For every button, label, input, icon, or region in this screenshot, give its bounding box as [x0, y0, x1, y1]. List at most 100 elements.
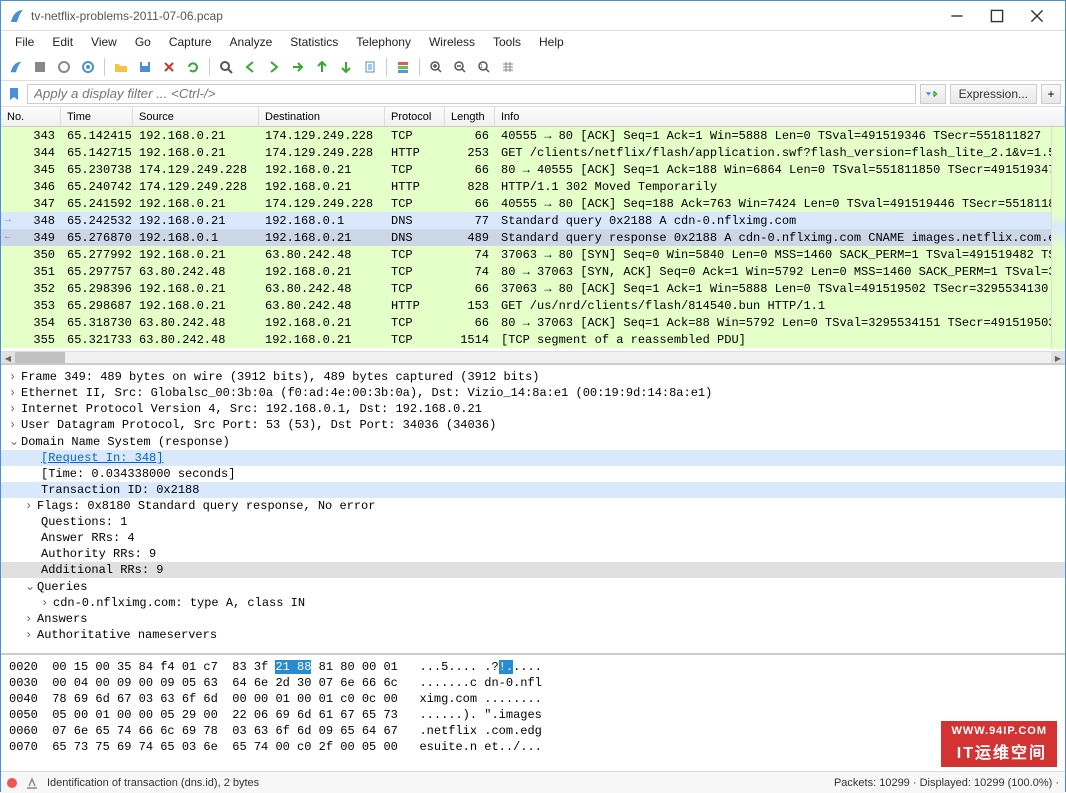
bookmark-icon[interactable]: [5, 85, 23, 103]
column-info[interactable]: Info: [495, 107, 1065, 126]
menubar: File Edit View Go Capture Analyze Statis…: [1, 31, 1065, 53]
display-filter-input[interactable]: [27, 84, 916, 104]
detail-line[interactable]: Frame 349: 489 bytes on wire (3912 bits)…: [1, 369, 1065, 385]
packet-row[interactable]: 34665.240742174.129.249.228192.168.0.21H…: [1, 178, 1065, 195]
zoom-in-icon[interactable]: [425, 56, 447, 78]
go-first-icon[interactable]: [311, 56, 333, 78]
detail-line[interactable]: [Time: 0.034338000 seconds]: [1, 466, 1065, 482]
packet-row[interactable]: 35265.298396192.168.0.2163.80.242.48TCP6…: [1, 280, 1065, 297]
detail-line[interactable]: Answer RRs: 4: [1, 530, 1065, 546]
packet-row[interactable]: 34765.241592192.168.0.21174.129.249.228T…: [1, 195, 1065, 212]
detail-line[interactable]: Flags: 0x8180 Standard query response, N…: [1, 498, 1065, 514]
auto-scroll-icon[interactable]: [359, 56, 381, 78]
close-button[interactable]: [1017, 1, 1057, 31]
menu-view[interactable]: View: [83, 33, 125, 51]
packet-row[interactable]: 35565.32173363.80.242.48192.168.0.21TCP1…: [1, 331, 1065, 348]
go-back-icon[interactable]: [239, 56, 261, 78]
detail-line[interactable]: Queries: [1, 578, 1065, 595]
watermark: WWW.94IP.COM IT运维空间: [941, 721, 1057, 767]
save-file-icon[interactable]: [134, 56, 156, 78]
start-capture-icon[interactable]: [5, 56, 27, 78]
open-file-icon[interactable]: [110, 56, 132, 78]
filter-bar: Expression... +: [1, 81, 1065, 107]
status-packet-count: Packets: 10299 · Displayed: 10299 (100.0…: [834, 777, 1059, 789]
capture-options-icon[interactable]: [77, 56, 99, 78]
window-title: tv-netflix-problems-2011-07-06.pcap: [31, 9, 937, 23]
detail-line[interactable]: Authority RRs: 9: [1, 546, 1065, 562]
detail-line[interactable]: [Request In: 348]: [1, 450, 1065, 466]
packet-row[interactable]: ←34965.276870192.168.0.1192.168.0.21DNS4…: [1, 229, 1065, 246]
menu-go[interactable]: Go: [127, 33, 159, 51]
hex-line[interactable]: 0070 65 73 75 69 74 65 03 6e 65 74 00 c0…: [9, 739, 1057, 755]
menu-capture[interactable]: Capture: [161, 33, 220, 51]
close-file-icon[interactable]: [158, 56, 180, 78]
go-last-icon[interactable]: [335, 56, 357, 78]
detail-line[interactable]: Authoritative nameservers: [1, 627, 1065, 643]
column-destination[interactable]: Destination: [259, 107, 385, 126]
reload-icon[interactable]: [182, 56, 204, 78]
packet-list-body[interactable]: 34365.142415192.168.0.21174.129.249.228T…: [1, 127, 1065, 351]
packet-row[interactable]: →34865.242532192.168.0.21192.168.0.1DNS7…: [1, 212, 1065, 229]
packet-overview-scrollbar[interactable]: [1051, 127, 1065, 349]
titlebar: tv-netflix-problems-2011-07-06.pcap: [1, 1, 1065, 31]
stop-capture-icon[interactable]: [29, 56, 51, 78]
restart-capture-icon[interactable]: [53, 56, 75, 78]
status-bar: Identification of transaction (dns.id), …: [1, 771, 1065, 793]
packet-row[interactable]: 34465.142715192.168.0.21174.129.249.228H…: [1, 144, 1065, 161]
expert-info-icon[interactable]: [25, 776, 39, 790]
packet-row[interactable]: 35465.31873063.80.242.48192.168.0.21TCP6…: [1, 314, 1065, 331]
detail-line[interactable]: User Datagram Protocol, Src Port: 53 (53…: [1, 417, 1065, 433]
hex-line[interactable]: 0020 00 15 00 35 84 f4 01 c7 83 3f 21 88…: [9, 659, 1057, 675]
packet-row[interactable]: 35065.277992192.168.0.2163.80.242.48TCP7…: [1, 246, 1065, 263]
packet-row[interactable]: 34565.230738174.129.249.228192.168.0.21T…: [1, 161, 1065, 178]
detail-line[interactable]: Ethernet II, Src: Globalsc_00:3b:0a (f0:…: [1, 385, 1065, 401]
detail-line[interactable]: Transaction ID: 0x2188: [1, 482, 1065, 498]
menu-statistics[interactable]: Statistics: [282, 33, 346, 51]
maximize-button[interactable]: [977, 1, 1017, 31]
column-protocol[interactable]: Protocol: [385, 107, 445, 126]
column-no[interactable]: No.: [1, 107, 61, 126]
menu-telephony[interactable]: Telephony: [348, 33, 419, 51]
go-forward-icon[interactable]: [263, 56, 285, 78]
find-icon[interactable]: [215, 56, 237, 78]
detail-line[interactable]: Questions: 1: [1, 514, 1065, 530]
go-to-packet-icon[interactable]: [287, 56, 309, 78]
minimize-button[interactable]: [937, 1, 977, 31]
menu-wireless[interactable]: Wireless: [421, 33, 483, 51]
packet-row[interactable]: 35365.298687192.168.0.2163.80.242.48HTTP…: [1, 297, 1065, 314]
horizontal-scrollbar[interactable]: ◀▶: [1, 351, 1065, 365]
menu-edit[interactable]: Edit: [44, 33, 81, 51]
packet-list-pane: No. Time Source Destination Protocol Len…: [1, 107, 1065, 365]
add-filter-button[interactable]: +: [1041, 84, 1061, 104]
detail-line[interactable]: Additional RRs: 9: [1, 562, 1065, 578]
menu-tools[interactable]: Tools: [485, 33, 529, 51]
hex-line[interactable]: 0060 07 6e 65 74 66 6c 69 78 03 63 6f 6d…: [9, 723, 1057, 739]
detail-line[interactable]: cdn-0.nflximg.com: type A, class IN: [1, 595, 1065, 611]
hex-line[interactable]: 0050 05 00 01 00 00 05 29 00 22 06 69 6d…: [9, 707, 1057, 723]
zoom-out-icon[interactable]: [449, 56, 471, 78]
packet-details-pane[interactable]: Frame 349: 489 bytes on wire (3912 bits)…: [1, 365, 1065, 655]
wireshark-icon: [9, 8, 25, 24]
hex-line[interactable]: 0030 00 04 00 09 00 09 05 63 64 6e 2d 30…: [9, 675, 1057, 691]
zoom-reset-icon[interactable]: 1: [473, 56, 495, 78]
menu-file[interactable]: File: [7, 33, 42, 51]
column-length[interactable]: Length: [445, 107, 495, 126]
packet-list-header: No. Time Source Destination Protocol Len…: [1, 107, 1065, 127]
column-source[interactable]: Source: [133, 107, 259, 126]
column-time[interactable]: Time: [61, 107, 133, 126]
detail-line[interactable]: Answers: [1, 611, 1065, 627]
detail-line[interactable]: Domain Name System (response): [1, 433, 1065, 450]
capture-status-icon: [7, 778, 17, 788]
svg-text:1: 1: [480, 64, 483, 70]
colorize-icon[interactable]: [392, 56, 414, 78]
menu-analyze[interactable]: Analyze: [222, 33, 281, 51]
packet-row[interactable]: 34365.142415192.168.0.21174.129.249.228T…: [1, 127, 1065, 144]
packet-row[interactable]: 35165.29775763.80.242.48192.168.0.21TCP7…: [1, 263, 1065, 280]
resize-columns-icon[interactable]: [497, 56, 519, 78]
detail-line[interactable]: Internet Protocol Version 4, Src: 192.16…: [1, 401, 1065, 417]
filter-dropdown[interactable]: [920, 84, 946, 104]
packet-bytes-pane[interactable]: 0020 00 15 00 35 84 f4 01 c7 83 3f 21 88…: [1, 655, 1065, 771]
menu-help[interactable]: Help: [531, 33, 572, 51]
hex-line[interactable]: 0040 78 69 6d 67 03 63 6f 6d 00 00 01 00…: [9, 691, 1057, 707]
expression-button[interactable]: Expression...: [950, 84, 1037, 104]
